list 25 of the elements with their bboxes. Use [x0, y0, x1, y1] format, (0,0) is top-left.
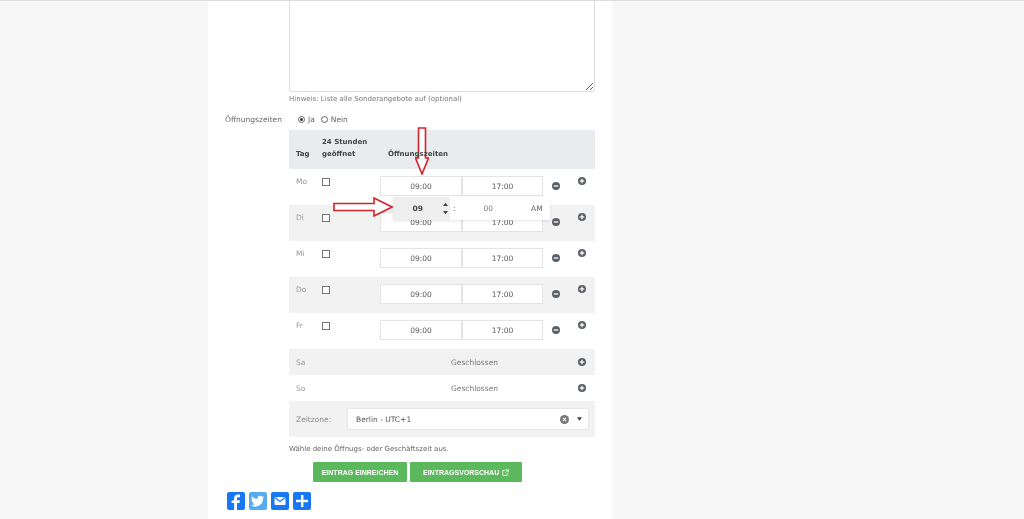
spinner-icon[interactable]	[443, 201, 448, 216]
textarea-field[interactable]	[289, 1, 595, 92]
add-icon[interactable]	[578, 321, 586, 329]
remove-icon[interactable]	[552, 218, 560, 226]
checkbox[interactable]	[322, 214, 330, 222]
caret-icon	[577, 417, 582, 421]
checkbox[interactable]	[322, 178, 330, 186]
remove-icon[interactable]	[552, 254, 560, 262]
add-icon[interactable]	[578, 358, 586, 366]
checkbox[interactable]	[322, 322, 330, 330]
share-plus-icon[interactable]	[293, 492, 311, 510]
add-icon[interactable]	[578, 384, 586, 392]
external-link-icon	[502, 468, 510, 476]
add-icon[interactable]	[578, 177, 586, 185]
checkbox[interactable]	[322, 250, 330, 258]
add-icon[interactable]	[578, 213, 586, 221]
facebook-icon[interactable]	[227, 492, 245, 510]
mail-icon[interactable]	[271, 492, 289, 510]
checkbox[interactable]	[322, 286, 330, 294]
remove-icon[interactable]	[552, 326, 560, 334]
clear-icon[interactable]	[560, 414, 569, 424]
remove-icon[interactable]	[552, 290, 560, 298]
remove-icon[interactable]	[552, 182, 560, 190]
add-icon[interactable]	[578, 249, 586, 257]
add-icon[interactable]	[578, 285, 586, 293]
